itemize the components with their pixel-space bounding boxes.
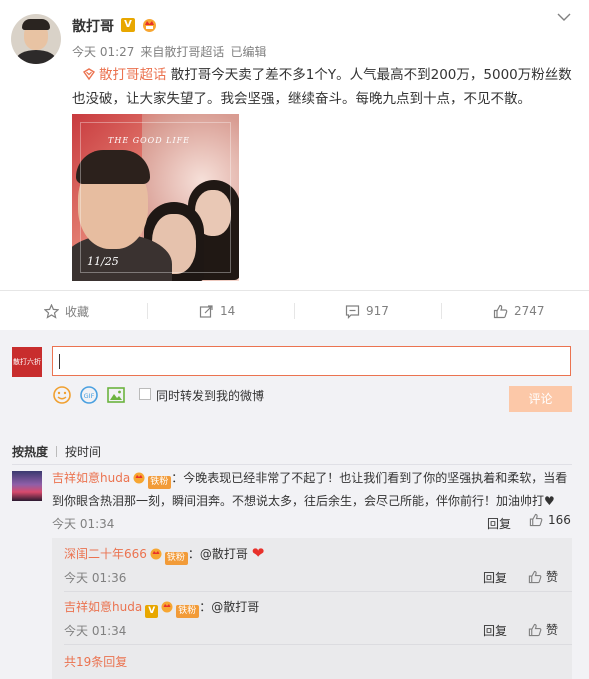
reply-time: 今天 01:36 xyxy=(64,571,127,585)
photo-date: 11/25 xyxy=(87,255,119,268)
composer-tools: GIF xyxy=(52,385,133,405)
super-topic-icon xyxy=(82,68,96,81)
comment-input[interactable] xyxy=(53,347,570,375)
thumbs-up-icon xyxy=(528,570,542,583)
verified-badge-icon[interactable]: V xyxy=(121,18,135,32)
iron-fan-badge[interactable]: 铁粉 xyxy=(176,605,200,618)
repost-button[interactable]: 14 xyxy=(199,291,235,331)
replier-name[interactable]: 深闺二十年666 xyxy=(64,547,147,561)
reply-button[interactable]: 回复 xyxy=(487,515,511,532)
reply-list: 深闺二十年666 铁粉 ：@散打哥 ❤ 今天 01:36 回复 赞 吉祥如意huda… xyxy=(52,538,572,679)
edited-label[interactable]: 已编辑 xyxy=(230,45,266,59)
divider xyxy=(147,303,148,319)
reply-like-label: 赞 xyxy=(546,623,559,637)
post-source[interactable]: 散打哥超话 xyxy=(164,45,224,59)
star-icon xyxy=(44,303,59,319)
photo-title: THE GOOD LIFE xyxy=(108,136,191,145)
like-button[interactable]: 2747 xyxy=(493,291,545,331)
reply-item: 深闺二十年666 铁粉 ：@散打哥 ❤ xyxy=(64,544,264,565)
reply-like-label: 赞 xyxy=(546,570,559,584)
comment-count: 917 xyxy=(366,304,389,318)
crown-level-icon[interactable] xyxy=(132,471,146,484)
reply-item: 吉祥如意huda V 铁粉 ：@散打哥 xyxy=(64,598,259,618)
repost-count: 14 xyxy=(220,304,236,318)
iron-fan-badge[interactable]: 铁粉 xyxy=(164,552,188,565)
gif-icon[interactable]: GIF xyxy=(79,385,99,405)
image-icon[interactable] xyxy=(106,385,126,405)
author-name[interactable]: 散打哥 xyxy=(72,16,114,36)
text-cursor xyxy=(59,354,60,369)
chevron-down-icon[interactable] xyxy=(557,12,571,22)
commenter-name[interactable]: 吉祥如意huda xyxy=(52,471,130,485)
thumbs-up-icon xyxy=(493,304,508,318)
comment-time: 今天 01:34 xyxy=(52,517,115,531)
comment-like-count: 166 xyxy=(548,513,571,527)
super-topic-link[interactable]: 散打哥超话 xyxy=(99,67,167,83)
reply-button[interactable]: 回复 xyxy=(483,569,507,586)
replier-name[interactable]: 吉祥如意huda xyxy=(64,600,142,614)
comment-icon xyxy=(345,304,360,319)
reply-time: 今天 01:34 xyxy=(64,624,127,638)
divider xyxy=(64,591,572,592)
sort-by-hot[interactable]: 按热度 xyxy=(12,445,48,459)
my-avatar[interactable]: 散打六折 xyxy=(12,347,42,377)
reply-button[interactable]: 回复 xyxy=(483,622,507,639)
reply-like-button[interactable]: 赞 xyxy=(528,568,558,585)
like-count: 2747 xyxy=(514,304,545,318)
heart-emoji: ❤ xyxy=(251,544,265,562)
sort-by-time[interactable]: 按时间 xyxy=(65,445,101,459)
post-content: 散打哥超话 散打哥今天卖了差不多1个Y。人气最高不到200万，5000万粉丝数也… xyxy=(72,63,572,111)
reply-text: ：@散打哥 xyxy=(187,547,248,561)
thumbs-up-icon xyxy=(528,623,542,636)
verified-badge-icon[interactable]: V xyxy=(145,605,159,618)
comment-input-box[interactable] xyxy=(52,346,571,376)
post-time[interactable]: 今天 01:27 xyxy=(72,45,134,59)
reply-like-button[interactable]: 赞 xyxy=(528,621,558,638)
divider xyxy=(12,464,572,465)
crown-level-icon[interactable] xyxy=(160,600,174,613)
reply-text: ：@散打哥 xyxy=(199,600,260,614)
source-prefix: 来自 xyxy=(140,45,165,59)
comment-section: 散打六折 GIF 同时转发到我的微博 评论 按热度 按时间 吉祥如意huda 铁粉：… xyxy=(0,330,589,679)
divider xyxy=(64,644,572,645)
crown-level-icon[interactable] xyxy=(149,547,163,560)
thumbs-up-icon xyxy=(529,513,543,527)
comment-button[interactable]: 917 xyxy=(345,291,389,331)
post-photo[interactable]: THE GOOD LIFE 11/25 xyxy=(72,114,239,281)
sort-divider xyxy=(56,446,58,457)
sort-bar: 按热度 按时间 xyxy=(12,443,101,460)
crown-level-icon[interactable] xyxy=(141,16,158,33)
divider xyxy=(441,303,442,319)
favorite-label: 收藏 xyxy=(65,304,90,319)
repost-icon xyxy=(199,304,213,318)
comment-item: 吉祥如意huda 铁粉 ：今晚表现已经非常了不起了！也让我们看到了你的坚强执着和柔软… xyxy=(52,467,572,513)
post-meta: 今天 01:27 来自散打哥超话 已编辑 xyxy=(72,43,272,60)
repost-label[interactable]: 同时转发到我的微博 xyxy=(156,387,264,404)
more-replies-link[interactable]: 共19条回复 xyxy=(64,653,127,670)
action-bar: 收藏 14 917 2747 xyxy=(0,290,589,330)
favorite-button[interactable]: 收藏 xyxy=(44,291,89,331)
divider xyxy=(294,303,295,319)
svg-text:GIF: GIF xyxy=(84,392,95,400)
comment-like-button[interactable]: 166 xyxy=(529,513,571,527)
iron-fan-badge[interactable]: 铁粉 xyxy=(148,476,172,489)
emoji-icon[interactable] xyxy=(52,385,72,405)
weibo-post: 散打哥 V 今天 01:27 来自散打哥超话 已编辑 散打哥超话 散打哥今天卖了差不… xyxy=(0,0,589,290)
author-avatar[interactable] xyxy=(11,14,61,64)
commenter-avatar[interactable] xyxy=(12,471,42,501)
repost-checkbox[interactable] xyxy=(139,388,151,400)
submit-comment-button[interactable]: 评论 xyxy=(509,386,572,412)
